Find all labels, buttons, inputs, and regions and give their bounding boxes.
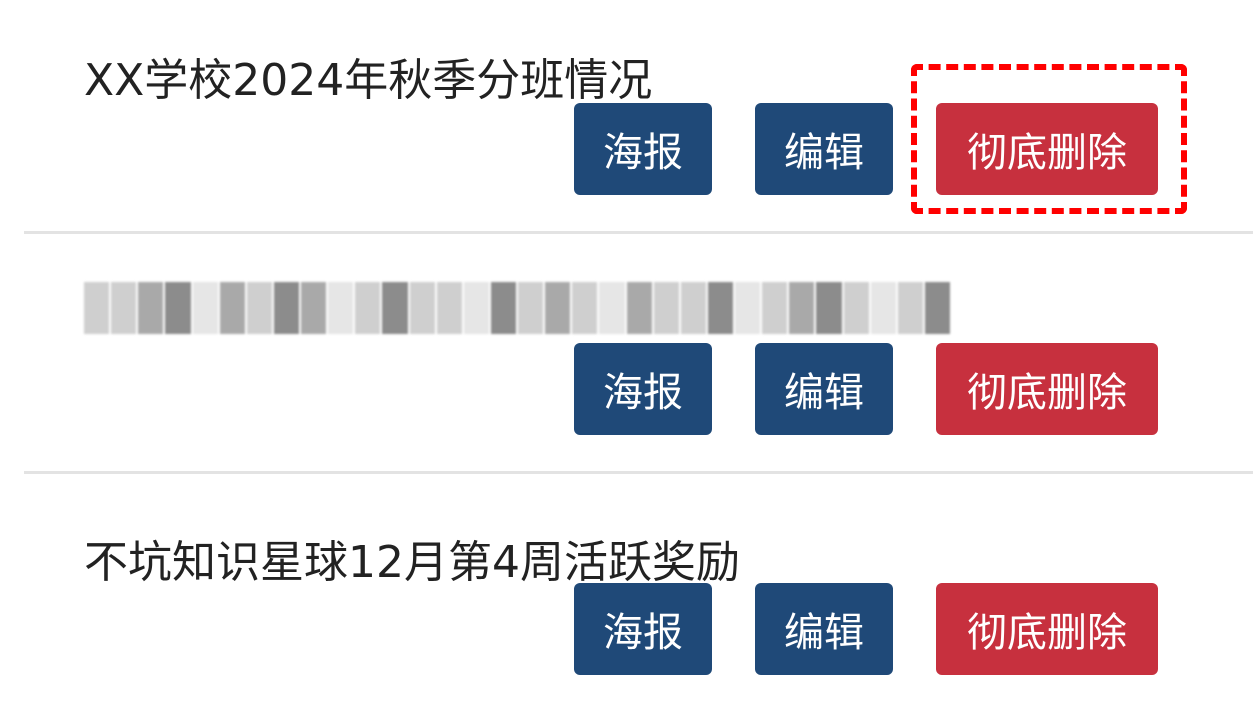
item-title: XX学校2024年秋季分班情况 — [84, 55, 653, 106]
annotation-highlight-box — [911, 64, 1187, 214]
edit-button[interactable]: 编辑 — [755, 343, 893, 435]
poster-button[interactable]: 海报 — [574, 343, 712, 435]
edit-button[interactable]: 编辑 — [755, 103, 893, 195]
divider — [24, 231, 1253, 234]
list-item: XX学校2024年秋季分班情况 海报 编辑 彻底删除 — [0, 0, 1253, 240]
poster-button[interactable]: 海报 — [574, 103, 712, 195]
list-item: 不坑知识星球12月第4周活跃奖励 海报 编辑 彻底删除 — [0, 480, 1253, 720]
delete-permanently-button[interactable]: 彻底删除 — [936, 583, 1158, 675]
divider — [24, 471, 1253, 474]
item-title: 不坑知识星球12月第4周活跃奖励 — [84, 537, 740, 588]
edit-button[interactable]: 编辑 — [755, 583, 893, 675]
delete-permanently-button[interactable]: 彻底删除 — [936, 343, 1158, 435]
watermark-logo — [1159, 612, 1245, 698]
redacted-title — [84, 282, 950, 334]
list-item: 海报 编辑 彻底删除 — [0, 240, 1253, 480]
poster-button[interactable]: 海报 — [574, 583, 712, 675]
